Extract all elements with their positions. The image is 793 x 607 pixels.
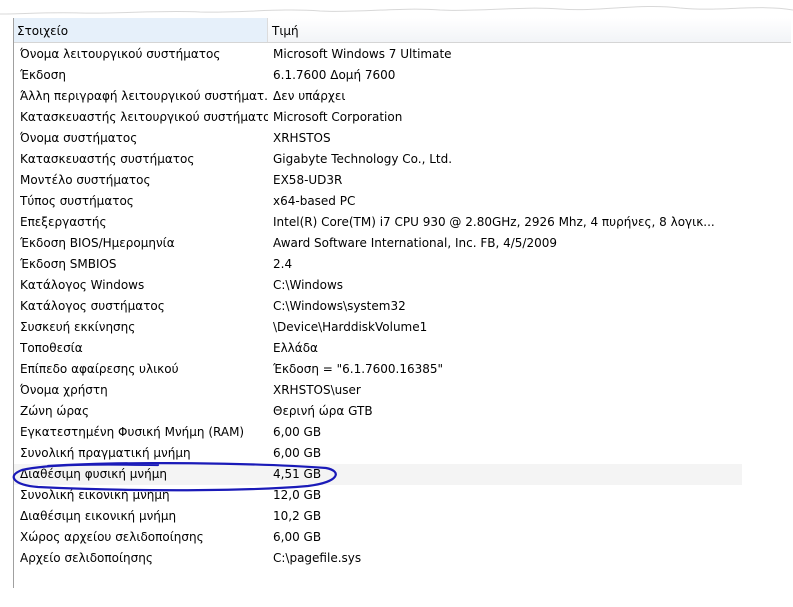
list-row[interactable]: Επεξεργαστής Intel(R) Core(TM) i7 CPU 930… (14, 212, 742, 233)
row-item-cell: Τοποθεσία (20, 341, 83, 355)
list-row[interactable]: Μοντέλο συστήματος EX58-UD3R (14, 170, 742, 191)
list-row[interactable]: Όνομα χρήστη XRHSTOS\user (14, 380, 742, 401)
list-row[interactable]: Αρχείο σελιδοποίησης C:\pagefile.sys (14, 548, 742, 569)
row-value-cell: 4,51 GB (273, 467, 322, 481)
row-value-cell: x64-based PC (273, 194, 356, 208)
list-row[interactable]: Διαθέσιμη φυσική μνήμη 4,51 GB (14, 464, 742, 485)
row-value-cell: 12,0 GB (273, 488, 322, 502)
list-row[interactable]: Συνολική πραγματική μνήμη 6,00 GB (14, 443, 742, 464)
row-value-cell: C:\pagefile.sys (273, 551, 362, 565)
row-item-cell: Επεξεργαστής (20, 215, 107, 229)
list-row[interactable]: Εγκατεστημένη Φυσική Μνήμη (RAM) 6,00 GB (14, 422, 742, 443)
row-value-cell: XRHSTOS (273, 131, 331, 145)
row-item-cell: Διαθέσιμη φυσική μνήμη (20, 467, 167, 481)
row-value-cell: Ελλάδα (273, 341, 318, 355)
row-item-cell: Διαθέσιμη εικονική μνήμη (20, 509, 177, 523)
row-value-cell: Θερινή ώρα GTB (273, 404, 373, 418)
row-item-cell: Συσκευή εκκίνησης (20, 320, 136, 334)
row-value-cell: XRHSTOS\user (273, 383, 361, 397)
list-row[interactable]: Έκδοση SMBIOS 2.4 (14, 254, 742, 275)
row-item-cell: Εγκατεστημένη Φυσική Μνήμη (RAM) (20, 425, 245, 439)
row-item-cell: Έκδοση SMBIOS (20, 257, 117, 271)
list-row[interactable]: Όνομα λειτουργικού συστήματος Microsoft W… (14, 44, 742, 65)
row-item-cell: Συνολική εικονική μνήμη (20, 488, 170, 502)
list-row[interactable]: Έκδοση 6.1.7600 Δομή 7600 (14, 65, 742, 86)
row-value-cell: 6,00 GB (273, 446, 322, 460)
row-item-cell: Όνομα χρήστη (20, 383, 108, 397)
list-row[interactable]: Κατάλογος Windows C:\Windows (14, 275, 742, 296)
row-value-cell: C:\Windows\system32 (273, 299, 406, 313)
list-row[interactable]: Επίπεδο αφαίρεσης υλικού Έκδοση = "6.1.76… (14, 359, 742, 380)
row-item-cell: Κατάλογος συστήματος (20, 299, 165, 313)
row-item-cell: Χώρος αρχείου σελιδοποίησης (20, 530, 204, 544)
row-value-cell: Intel(R) Core(TM) i7 CPU 930 @ 2.80GHz, … (273, 215, 715, 229)
row-item-cell: Αρχείο σελιδοποίησης (20, 551, 153, 565)
row-item-cell: Άλλη περιγραφή λειτουργικού συστήματ... (20, 89, 268, 103)
row-value-cell: C:\Windows (273, 278, 344, 292)
list-row[interactable]: Κατασκευαστής συστήματος Gigabyte Technol… (14, 149, 742, 170)
list-row[interactable]: Ζώνη ώρας Θερινή ώρα GTB (14, 401, 742, 422)
row-value-cell: Award Software International, Inc. FB, 4… (273, 236, 558, 250)
list-row[interactable]: Διαθέσιμη εικονική μνήμη 10,2 GB (14, 506, 742, 527)
list-row[interactable]: Όνομα συστήματος XRHSTOS (14, 128, 742, 149)
row-item-cell: Κατασκευαστής συστήματος (20, 152, 195, 166)
row-value-cell: 6,00 GB (273, 425, 322, 439)
row-value-cell: Έκδοση = "6.1.7600.16385" (273, 362, 444, 376)
row-value-cell: \Device\HarddiskVolume1 (273, 320, 428, 334)
list-row[interactable]: Τοποθεσία Ελλάδα (14, 338, 742, 359)
header-value-column[interactable]: Τιμή (269, 18, 791, 42)
row-item-cell: Έκδοση (20, 68, 66, 82)
list-row[interactable]: Κατασκευαστής λειτουργικού συστήματος Mic… (14, 107, 742, 128)
row-item-cell: Συνολική πραγματική μνήμη (20, 446, 191, 460)
row-value-cell: Microsoft Corporation (273, 110, 403, 124)
list-row[interactable]: Χώρος αρχείου σελιδοποίησης 6,00 GB (14, 527, 742, 548)
row-value-cell: Δεν υπάρχει (273, 89, 346, 103)
row-value-cell: EX58-UD3R (273, 173, 343, 187)
row-item-cell: Κατάλογος Windows (20, 278, 145, 292)
row-item-cell: Έκδοση BIOS/Ημερομηνία (20, 236, 175, 250)
list-row[interactable]: Συσκευή εκκίνησης \Device\HarddiskVolume1 (14, 317, 742, 338)
list-row[interactable]: Άλλη περιγραφή λειτουργικού συστήματ... Δ… (14, 86, 742, 107)
list-row[interactable]: Έκδοση BIOS/Ημερομηνία Award Software Int… (14, 233, 742, 254)
row-item-cell: Κατασκευαστής λειτουργικού συστήματος (20, 110, 268, 124)
row-value-cell: Gigabyte Technology Co., Ltd. (273, 152, 453, 166)
row-value-cell: Microsoft Windows 7 Ultimate (273, 47, 452, 61)
row-item-cell: Τύπος συστήματος (20, 194, 134, 208)
list-body: Όνομα λειτουργικού συστήματος Microsoft W… (14, 44, 791, 569)
row-item-cell: Επίπεδο αφαίρεσης υλικού (20, 362, 179, 376)
row-item-cell: Ζώνη ώρας (20, 404, 90, 418)
row-value-cell: 10,2 GB (273, 509, 322, 523)
list-row[interactable]: Συνολική εικονική μνήμη 12,0 GB (14, 485, 742, 506)
row-item-cell: Όνομα συστήματος (20, 131, 138, 145)
column-header: Στοιχείο Τιμή (14, 18, 791, 43)
row-value-cell: 6.1.7600 Δομή 7600 (273, 68, 396, 82)
list-row[interactable]: Κατάλογος συστήματος C:\Windows\system32 (14, 296, 742, 317)
row-value-cell: 6,00 GB (273, 530, 322, 544)
row-item-cell: Όνομα λειτουργικού συστήματος (20, 47, 221, 61)
row-item-cell: Μοντέλο συστήματος (20, 173, 151, 187)
row-value-cell: 2.4 (273, 257, 293, 271)
list-row[interactable]: Τύπος συστήματος x64-based PC (14, 191, 742, 212)
header-item-column[interactable]: Στοιχείο (14, 18, 268, 42)
system-summary-list: Στοιχείο Τιμή Όνομα λειτουργικού συστήμα… (13, 18, 791, 588)
